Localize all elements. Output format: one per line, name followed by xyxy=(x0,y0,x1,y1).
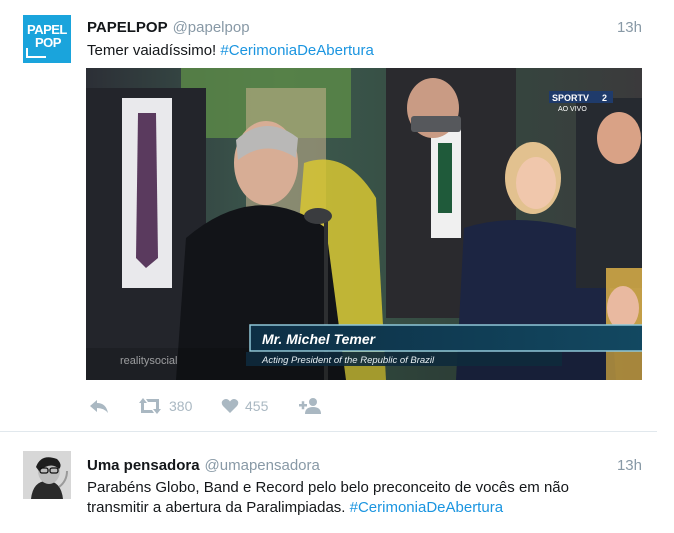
hashtag-link[interactable]: #CerimoniaDeAbertura xyxy=(220,42,373,59)
like-count: 455 xyxy=(245,398,269,414)
account-name[interactable]: Uma pensadora @umapensadora xyxy=(87,457,320,474)
timestamp[interactable]: 13h xyxy=(617,19,642,36)
channel-logo: SPORTV xyxy=(552,93,589,103)
follow-button[interactable] xyxy=(299,396,323,416)
media-overlays: SPORTV 2 AO VIVO realitysocial xyxy=(120,91,613,367)
avatar-portrait xyxy=(23,451,71,499)
retweet-icon xyxy=(139,398,161,414)
reply-button[interactable] xyxy=(89,396,109,416)
account-handle[interactable]: @papelpop xyxy=(173,19,250,36)
channel-number: 2 xyxy=(602,93,607,103)
avatar[interactable]: PAPEL POP xyxy=(23,15,71,63)
avatar[interactable] xyxy=(23,451,71,499)
live-label: AO VIVO xyxy=(558,106,587,113)
hashtag-link[interactable]: #CerimoniaDeAbertura xyxy=(350,499,503,516)
timestamp[interactable]: 13h xyxy=(617,457,642,474)
follow-icon xyxy=(299,398,321,414)
watermark: realitysocial xyxy=(120,355,177,367)
account-handle[interactable]: @umapensadora xyxy=(205,457,320,474)
retweet-button[interactable]: 380 xyxy=(137,396,192,416)
tweet[interactable]: Uma pensadora @umapensadora 13h Parabéns … xyxy=(0,433,674,533)
tweet-text: Temer vaiadíssimo! #CerimoniaDeAbertura xyxy=(87,42,374,59)
tweet-divider xyxy=(0,431,657,432)
reply-icon xyxy=(90,400,108,413)
tweet-text: Parabéns Globo, Band e Record pelo belo … xyxy=(87,479,569,516)
tweet-media[interactable]: Mr. Michel Temer Acting President of the… xyxy=(86,68,642,380)
retweet-count: 380 xyxy=(169,398,193,414)
account-name[interactable]: PAPELPOP @papelpop xyxy=(87,19,250,36)
like-icon xyxy=(221,399,239,413)
logo-mark-icon xyxy=(26,48,46,58)
tweet[interactable]: PAPEL POP PAPELPOP @papelpop 13h Temer va… xyxy=(0,0,674,432)
like-button[interactable]: 455 xyxy=(221,396,268,416)
